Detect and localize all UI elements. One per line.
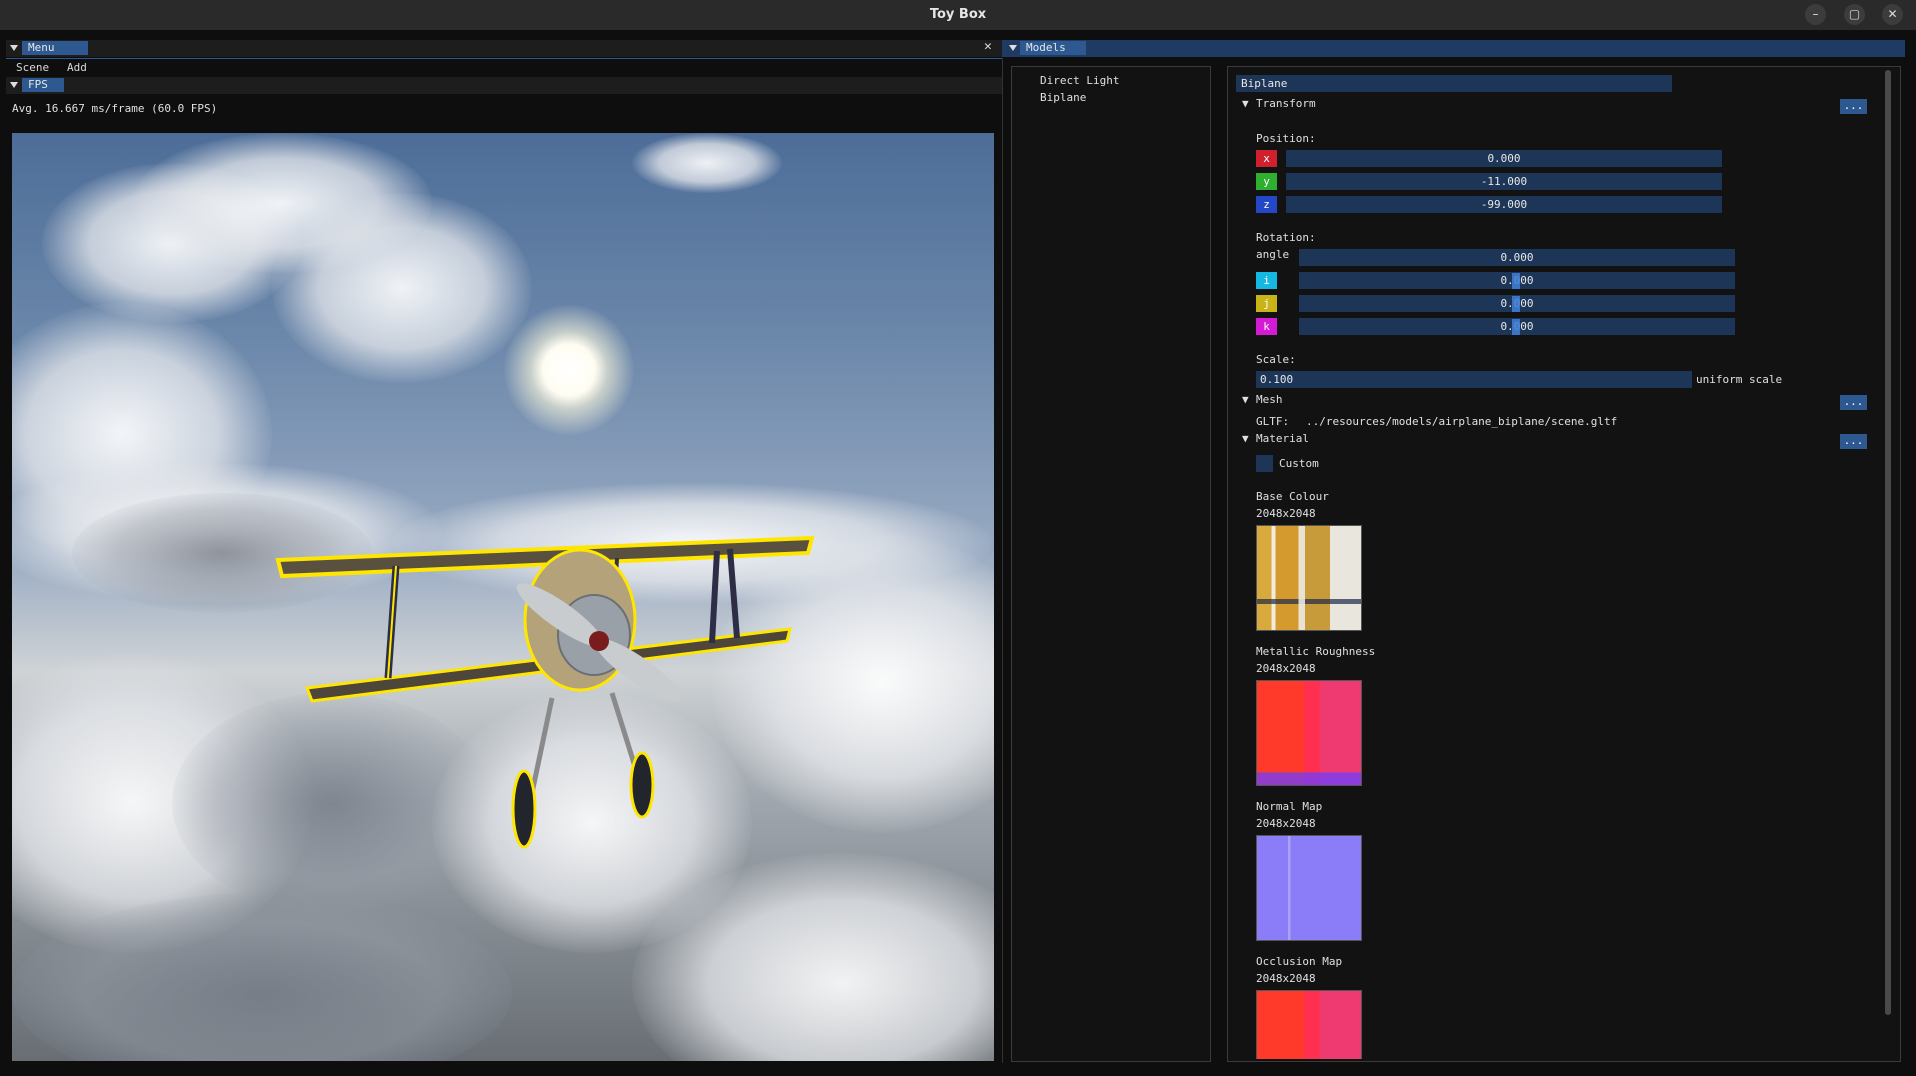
- transform-header[interactable]: Transform: [1256, 97, 1316, 111]
- models-window-header: [1002, 40, 1905, 57]
- model-list: [1011, 66, 1211, 1062]
- expand-transform-icon[interactable]: ▼: [1242, 97, 1249, 111]
- position-x-field[interactable]: 0.000: [1286, 150, 1722, 167]
- rotation-k-axis: k: [1256, 318, 1277, 335]
- scale-field[interactable]: 0.100: [1256, 371, 1692, 388]
- normal-map-texture[interactable]: [1256, 835, 1362, 941]
- menu-window-header: [6, 40, 1002, 57]
- position-z-axis: z: [1256, 196, 1277, 213]
- expand-mesh-icon[interactable]: ▼: [1242, 393, 1249, 407]
- material-options-button[interactable]: ...: [1840, 434, 1867, 449]
- maximize-icon[interactable]: ▢: [1844, 4, 1865, 25]
- close-window-icon[interactable]: ✕: [1882, 4, 1903, 25]
- metallic-roughness-texture[interactable]: [1256, 680, 1362, 786]
- texture-name-occlusion-map: Occlusion Map: [1256, 955, 1343, 968]
- tab-menu[interactable]: Menu: [22, 41, 88, 55]
- gltf-path: ../resources/models/airplane_biplane/sce…: [1306, 415, 1618, 428]
- material-header[interactable]: Material: [1256, 432, 1309, 446]
- scene-viewport[interactable]: [12, 133, 994, 1061]
- menu-item-add[interactable]: Add: [67, 61, 87, 75]
- menu-item-scene[interactable]: Scene: [16, 61, 49, 75]
- texture-name-normal-map: Normal Map: [1256, 800, 1323, 813]
- list-item-biplane[interactable]: Biplane: [1040, 91, 1086, 105]
- texture-size-occlusion-map: 2048x2048: [1256, 972, 1316, 985]
- custom-label: Custom: [1279, 457, 1319, 470]
- base-colour-texture[interactable]: [1256, 525, 1362, 631]
- scale-label: Scale:: [1256, 353, 1296, 366]
- texture-size-metallic-roughness: 2048x2048: [1256, 662, 1316, 675]
- position-x-axis: x: [1256, 150, 1277, 167]
- rotation-label: Rotation:: [1256, 231, 1316, 244]
- fps-readout: Avg. 16.667 ms/frame (60.0 FPS): [12, 102, 218, 115]
- collapse-fps-icon[interactable]: [10, 82, 18, 88]
- transform-options-button[interactable]: ...: [1840, 99, 1867, 114]
- model-name-input[interactable]: Biplane: [1236, 75, 1672, 92]
- slider-grab[interactable]: [1512, 273, 1520, 289]
- position-y-field[interactable]: -11.000: [1286, 173, 1722, 190]
- tab-models[interactable]: Models: [1020, 41, 1086, 55]
- gltf-label: GLTF:: [1256, 415, 1290, 428]
- position-y-axis: y: [1256, 173, 1277, 190]
- fps-window-header: [6, 77, 1002, 94]
- mesh-options-button[interactable]: ...: [1840, 395, 1867, 410]
- divider: [1002, 58, 1003, 1063]
- slider-grab[interactable]: [1512, 296, 1520, 312]
- properties-scrollbar[interactable]: [1885, 70, 1891, 1015]
- position-label: Position:: [1256, 132, 1316, 145]
- tab-fps[interactable]: FPS: [22, 78, 64, 92]
- mesh-header[interactable]: Mesh: [1256, 393, 1283, 407]
- biplane-model[interactable]: [12, 133, 994, 1061]
- texture-size-base-colour: 2048x2048: [1256, 507, 1316, 520]
- angle-label: angle: [1256, 248, 1290, 261]
- expand-material-icon[interactable]: ▼: [1242, 432, 1249, 446]
- rotation-j-axis: j: [1256, 295, 1277, 312]
- texture-name-metallic-roughness: Metallic Roughness: [1256, 645, 1376, 658]
- divider: [6, 58, 1002, 59]
- rotation-angle-field[interactable]: 0.000: [1299, 249, 1735, 266]
- collapse-menu-icon[interactable]: [10, 45, 18, 51]
- texture-size-normal-map: 2048x2048: [1256, 817, 1316, 830]
- collapse-models-icon[interactable]: [1009, 45, 1017, 51]
- app-title: Toy Box: [929, 7, 987, 22]
- list-item-direct-light[interactable]: Direct Light: [1040, 74, 1119, 88]
- texture-name-base-colour: Base Colour: [1256, 490, 1329, 503]
- position-z-field[interactable]: -99.000: [1286, 196, 1722, 213]
- rotation-i-axis: i: [1256, 272, 1277, 289]
- occlusion-map-texture[interactable]: [1256, 990, 1362, 1059]
- close-icon[interactable]: ✕: [984, 39, 992, 54]
- custom-checkbox[interactable]: [1256, 455, 1273, 472]
- uniform-scale-label: uniform scale: [1696, 373, 1783, 386]
- minimize-icon[interactable]: –: [1805, 4, 1826, 25]
- slider-grab[interactable]: [1512, 319, 1520, 335]
